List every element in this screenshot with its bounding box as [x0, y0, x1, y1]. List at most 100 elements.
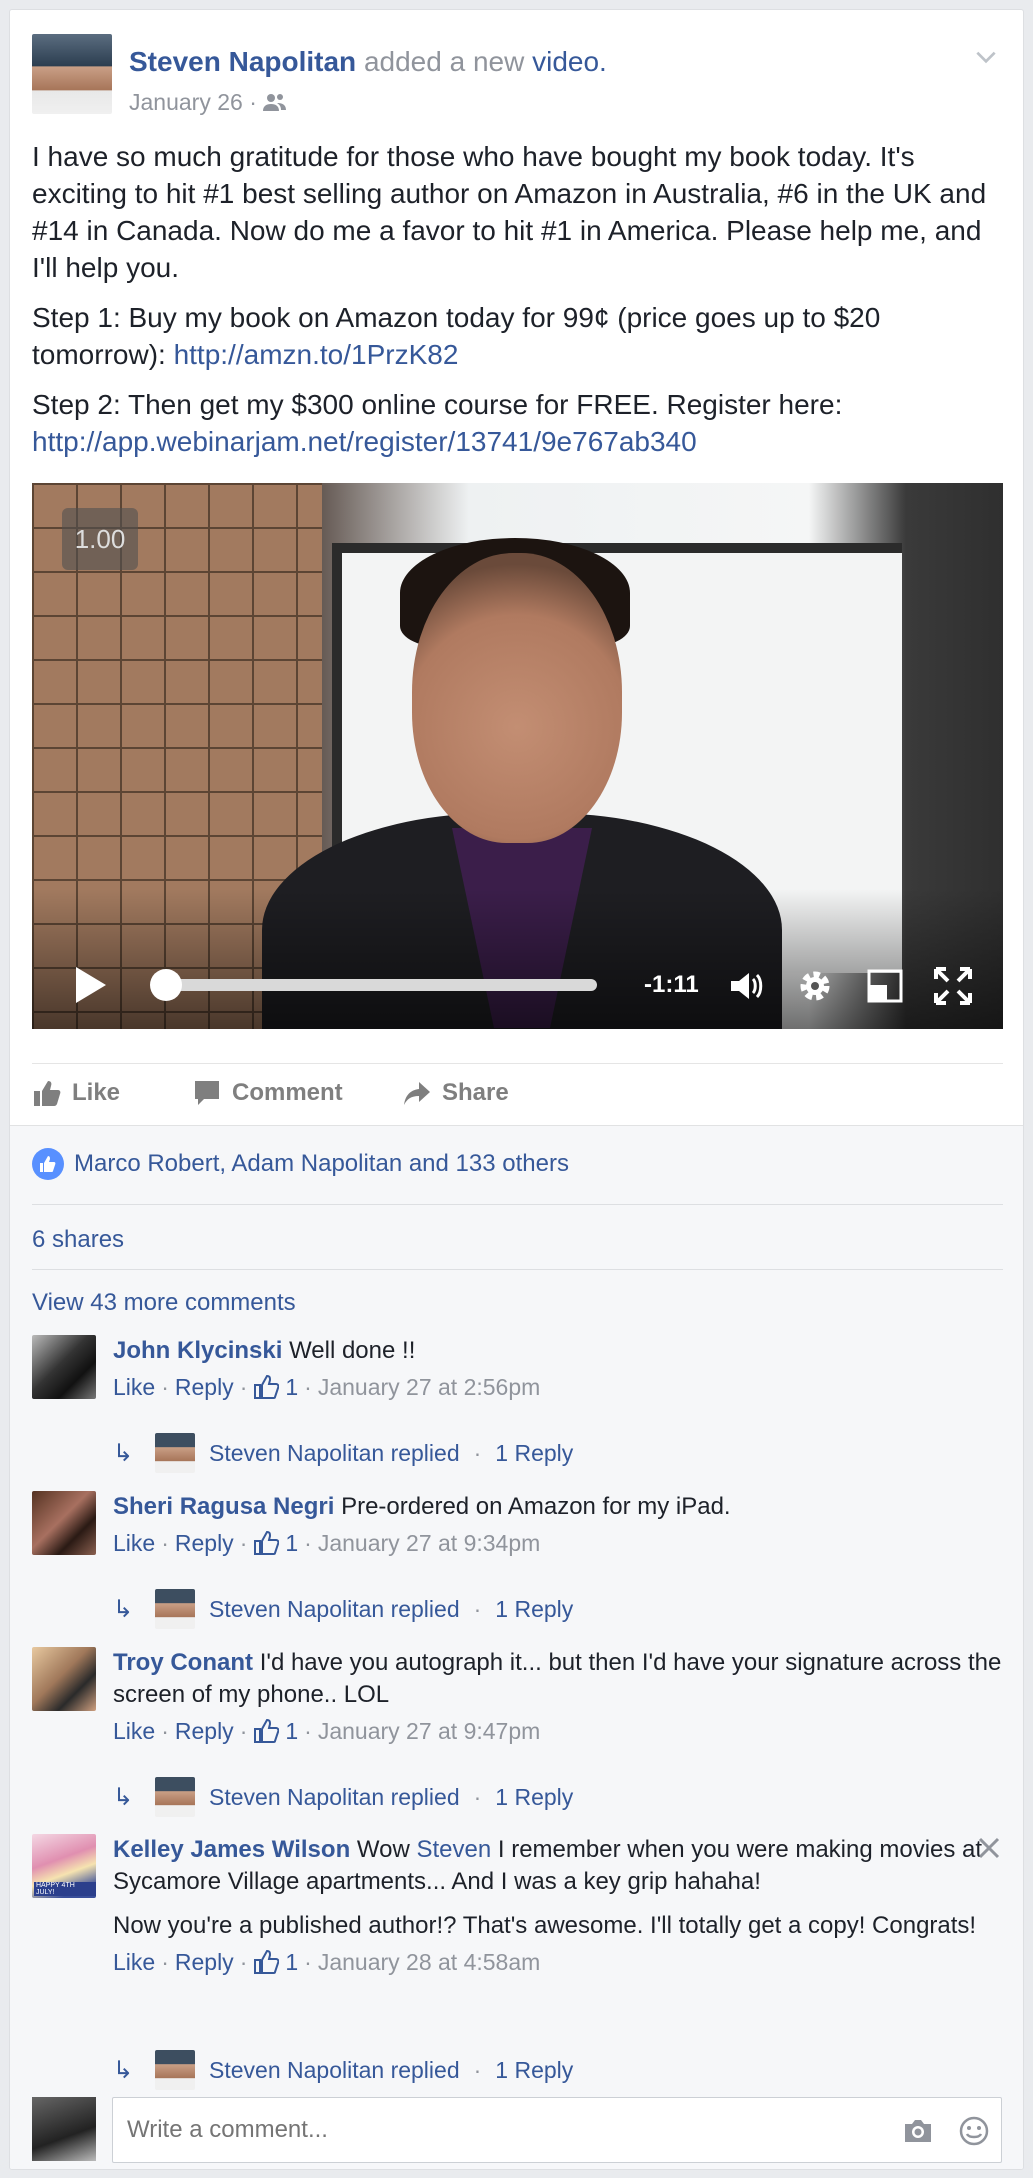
amazon-link[interactable]: http://amzn.to/1PrzK82	[174, 339, 459, 370]
reply-summary[interactable]: ↳ Steven Napolitan replied · 1 Reply	[113, 1777, 573, 1817]
share-button[interactable]: Share	[402, 1078, 509, 1108]
view-more-comments[interactable]: View 43 more comments	[32, 1289, 296, 1317]
replied-by-text[interactable]: Steven Napolitan replied	[209, 1440, 460, 1467]
divider	[32, 1204, 1003, 1205]
comment-like-link[interactable]: Like	[113, 1371, 155, 1403]
replied-by-text[interactable]: Steven Napolitan replied	[209, 1596, 460, 1623]
reply-count[interactable]: 1 Reply	[495, 1440, 573, 1467]
replied-by-text[interactable]: Steven Napolitan replied	[209, 1784, 460, 1811]
webinar-link[interactable]: http://app.webinarjam.net/register/13741…	[32, 426, 697, 457]
comment-time[interactable]: January 27 at 9:47pm	[318, 1715, 540, 1747]
comment-like-link[interactable]: Like	[113, 1946, 155, 1978]
volume-icon[interactable]	[725, 965, 767, 1007]
comment-button[interactable]: Comment	[192, 1078, 343, 1108]
reply-arrow-icon: ↳	[113, 1595, 134, 1623]
comment-text-line: John Klycinski Well done !!	[113, 1335, 1003, 1367]
comment-like-count[interactable]: 1	[285, 1371, 298, 1403]
like-button[interactable]: Like	[32, 1078, 120, 1108]
reply-count[interactable]: 1 Reply	[495, 1596, 573, 1623]
paragraph-text: Step 2: Then get my $300 online course f…	[32, 389, 843, 420]
reply-summary[interactable]: ↳ Steven Napolitan replied · 1 Reply	[113, 2050, 573, 2090]
thumbs-up-icon	[254, 1374, 280, 1399]
comment-time[interactable]: January 27 at 9:34pm	[318, 1527, 540, 1559]
comment-body: Kelley James Wilson Wow Steven I remembe…	[113, 1834, 1003, 1978]
share-icon	[404, 1082, 430, 1105]
post-date[interactable]: January 26 ·	[129, 89, 257, 115]
comment-author[interactable]: Kelley James Wilson	[113, 1836, 350, 1863]
comment-like-link[interactable]: Like	[113, 1527, 155, 1559]
comment-label: Comment	[232, 1079, 343, 1106]
comment-like-count[interactable]: 1	[285, 1527, 298, 1559]
reactions-summary[interactable]: Marco Robert, Adam Napolitan and 133 oth…	[32, 1148, 569, 1180]
close-icon[interactable]	[977, 1836, 1001, 1860]
comment-text-pre: Wow	[356, 1836, 417, 1863]
paragraph-text: I have so much gratitude for those who h…	[32, 141, 987, 283]
comment-body: John Klycinski Well done !! Like · Reply ·…	[113, 1335, 1003, 1403]
comment-body: Sheri Ragusa Negri Pre-ordered on Amazon…	[113, 1491, 1003, 1559]
thumbs-up-icon	[34, 1081, 61, 1106]
comment-author[interactable]: Sheri Ragusa Negri	[113, 1493, 334, 1520]
replier-avatar	[155, 2050, 195, 2090]
likes-text[interactable]: Marco Robert, Adam Napolitan and 133 oth…	[74, 1150, 569, 1178]
commenter-avatar[interactable]	[32, 1491, 96, 1555]
commenter-avatar[interactable]	[32, 1647, 96, 1711]
thumbs-up-icon	[254, 1718, 280, 1743]
video-link[interactable]: video.	[532, 46, 607, 77]
video-progress-bar[interactable]	[150, 969, 597, 1001]
thumbs-up-icon	[254, 1949, 280, 1974]
mention-link[interactable]: Steven	[416, 1836, 491, 1863]
comment-author[interactable]: Troy Conant	[113, 1649, 253, 1676]
author-name-link[interactable]: Steven Napolitan	[129, 46, 356, 77]
reply-count[interactable]: 1 Reply	[495, 1784, 573, 1811]
comment-meta: Like · Reply · 1 · January 27 at 2:56pm	[113, 1371, 1003, 1403]
comment-text-second: Now you're a published author!? That's a…	[113, 1912, 977, 1939]
comment-reply-link[interactable]: Reply	[175, 1946, 234, 1978]
emoji-icon[interactable]	[958, 2115, 990, 2147]
camera-icon[interactable]	[902, 2115, 934, 2147]
comment-input[interactable]	[112, 2097, 1002, 2163]
comment-like-count[interactable]: 1	[285, 1715, 298, 1747]
separator: ·	[473, 1595, 482, 1622]
divider	[32, 1269, 1003, 1270]
feedback-section: Marco Robert, Adam Napolitan and 133 oth…	[10, 1125, 1023, 2169]
comment-body: Troy Conant I'd have you autograph it...…	[113, 1647, 1003, 1747]
comment-reply-link[interactable]: Reply	[175, 1371, 234, 1403]
current-user-avatar	[32, 2097, 96, 2161]
comment-like-count[interactable]: 1	[285, 1946, 298, 1978]
comment-time[interactable]: January 28 at 4:58am	[318, 1946, 540, 1978]
reply-count[interactable]: 1 Reply	[495, 2057, 573, 2084]
gear-icon[interactable]	[794, 965, 836, 1007]
reply-summary[interactable]: ↳ Steven Napolitan replied · 1 Reply	[113, 1433, 573, 1473]
comment-meta: Like · Reply · 1 · January 28 at 4:58am	[113, 1946, 1003, 1978]
comment-reply-link[interactable]: Reply	[175, 1527, 234, 1559]
post-date-line: January 26 ·	[129, 89, 287, 116]
progress-knob[interactable]	[150, 969, 182, 1001]
post-paragraph-3: Step 2: Then get my $300 online course f…	[32, 386, 1007, 460]
video-controls-shade	[32, 889, 1003, 1029]
separator: ·	[473, 1439, 482, 1466]
reply-summary[interactable]: ↳ Steven Napolitan replied · 1 Reply	[113, 1589, 573, 1629]
comment-time[interactable]: January 27 at 2:56pm	[318, 1371, 540, 1403]
pip-icon[interactable]	[864, 965, 906, 1007]
replied-by-text[interactable]: Steven Napolitan replied	[209, 2057, 460, 2084]
post-paragraph-1: I have so much gratitude for those who h…	[32, 138, 1007, 286]
chevron-down-icon[interactable]	[973, 44, 999, 70]
comment-icon	[195, 1081, 219, 1105]
replier-avatar	[155, 1777, 195, 1817]
comment-composer	[32, 2097, 1007, 2163]
shares-count[interactable]: 6 shares	[32, 1226, 124, 1254]
comment-author[interactable]: John Klycinski	[113, 1337, 282, 1364]
video-player[interactable]: 1.00 -1:11	[32, 483, 1003, 1029]
post-action-bar: Like Comment Share	[32, 1063, 1003, 1128]
comment-like-link[interactable]: Like	[113, 1715, 155, 1747]
comment-reply-link[interactable]: Reply	[175, 1715, 234, 1747]
commenter-avatar[interactable]	[32, 1335, 96, 1399]
post-card: Steven Napolitan added a new video. Janu…	[9, 9, 1024, 2170]
like-label: Like	[72, 1079, 121, 1106]
comment-text: Well done !!	[289, 1337, 416, 1364]
author-avatar[interactable]	[32, 34, 112, 114]
commenter-avatar[interactable]: HAPPY 4TH JULY!	[32, 1834, 96, 1898]
play-icon[interactable]	[76, 967, 106, 1003]
fullscreen-icon[interactable]	[932, 965, 974, 1007]
playback-speed-badge[interactable]: 1.00	[62, 508, 138, 570]
